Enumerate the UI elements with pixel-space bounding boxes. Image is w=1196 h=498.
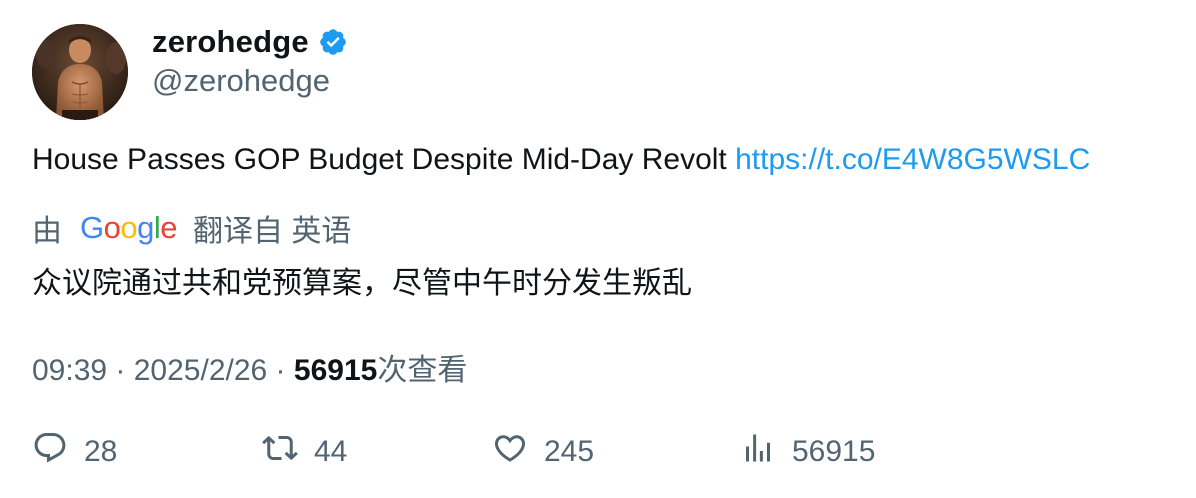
views-icon [740, 430, 792, 474]
tweet-time[interactable]: 09:39 [32, 354, 107, 387]
google-logo: Google [80, 210, 178, 245]
tweet-date[interactable]: 2025/2/26 [134, 354, 267, 387]
views-button[interactable]: 56915 [740, 430, 875, 474]
avatar-image [32, 24, 128, 120]
tweet-body: House Passes GOP Budget Despite Mid-Day … [32, 143, 736, 176]
author-block: zerohedge @zerohedge [152, 22, 348, 99]
retweet-icon [262, 430, 314, 474]
like-button[interactable]: 245 [492, 430, 594, 474]
like-count: 245 [544, 435, 595, 468]
retweet-button[interactable]: 44 [262, 430, 347, 474]
display-name[interactable]: zerohedge [152, 24, 309, 60]
views-label: 次查看 [377, 354, 468, 387]
translated-from-label: 翻译自 英语 [193, 215, 352, 248]
like-icon [492, 430, 544, 474]
views-stat-count: 56915 [792, 435, 876, 468]
avatar[interactable] [32, 24, 128, 120]
meta-separator: · [267, 354, 294, 387]
reply-count: 28 [84, 435, 118, 468]
translation-attribution: 由 Google 翻译自 英语 [32, 208, 351, 248]
meta-separator: · [107, 354, 134, 387]
views-count: 56915 [293, 354, 378, 387]
reply-icon [32, 430, 84, 474]
handle[interactable]: @zerohedge [152, 63, 348, 99]
retweet-count: 44 [314, 435, 348, 468]
translated-text: 众议院通过共和党预算案，尽管中午时分发生叛乱 [32, 267, 692, 300]
tweet-link[interactable]: https://t.co/E4W8G5WSLC [735, 143, 1090, 176]
translated-by-label: 由 [32, 215, 62, 248]
tweet-meta: 09:39 · 2025/2/26 · 56915次查看 [32, 345, 467, 389]
tweet-text: House Passes GOP Budget Despite Mid-Day … [32, 143, 1090, 177]
reply-button[interactable]: 28 [32, 430, 117, 474]
action-bar: 28 44 245 56915 [32, 430, 1162, 474]
verified-badge-icon [318, 27, 348, 57]
display-name-row: zerohedge [152, 22, 348, 62]
